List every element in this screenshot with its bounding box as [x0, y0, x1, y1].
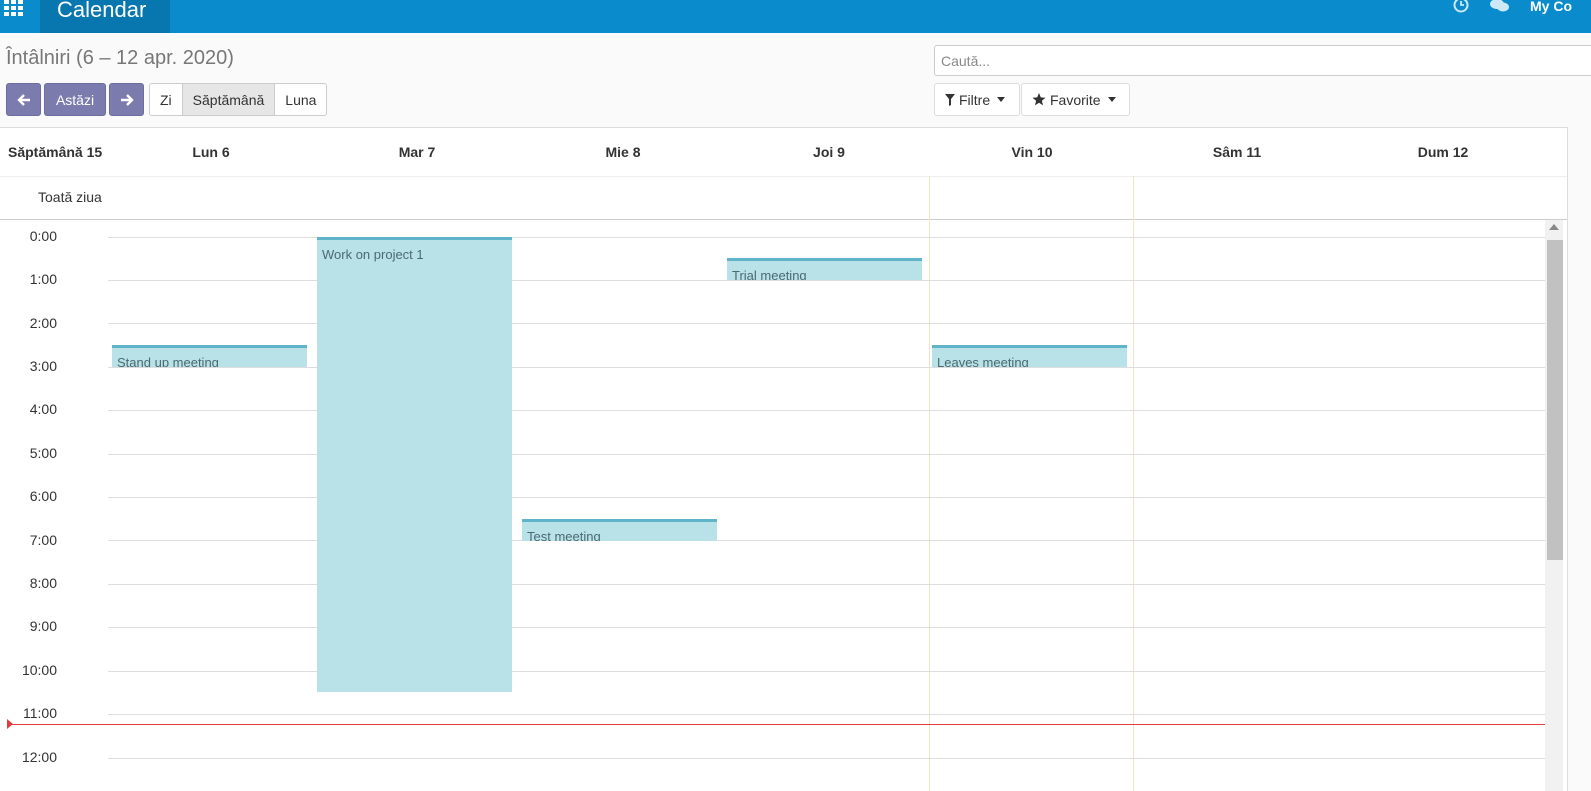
day-header[interactable]: Dum 12 [1340, 128, 1546, 176]
arrow-left-icon [16, 93, 30, 106]
current-time-line [8, 724, 1545, 725]
all-day-label: Toată ziua [38, 189, 102, 205]
hour-label: 0:00 [29, 228, 57, 244]
hour-line [108, 758, 1545, 759]
favorites-dropdown[interactable]: Favorite [1021, 83, 1130, 116]
chat-icon [1490, 0, 1509, 12]
apps-menu-button[interactable] [0, 0, 30, 33]
calendar-event[interactable]: Trial meeting [727, 258, 922, 280]
hour-label: 7:00 [29, 532, 57, 548]
apps-grid-icon [4, 0, 23, 16]
company-switcher[interactable]: My Co [1530, 0, 1572, 14]
hour-label: 10:00 [21, 662, 57, 678]
page-title: Întâlniri (6 – 12 apr. 2020) [6, 47, 234, 69]
today-button[interactable]: Astăzi [44, 83, 106, 116]
previous-button[interactable] [6, 83, 41, 116]
caret-down-icon [997, 97, 1006, 102]
day-header[interactable]: Lun 6 [108, 128, 314, 176]
hour-label: 3:00 [29, 358, 57, 374]
scale-selector: Zi Săptămână Luna [149, 83, 328, 116]
star-icon [1032, 93, 1046, 106]
top-navbar: Calendar My Co [0, 0, 1591, 33]
scale-day-button[interactable]: Zi [150, 84, 183, 115]
hour-label: 4:00 [29, 401, 57, 417]
hour-label: 5:00 [29, 445, 57, 461]
arrow-right-icon [120, 93, 134, 106]
hour-label: 12:00 [21, 749, 57, 765]
search-box [934, 45, 1591, 76]
vertical-scrollbar[interactable] [1545, 220, 1563, 791]
event-title: Leaves meeting [937, 355, 1029, 367]
filters-label: Filtre [959, 91, 991, 108]
filter-icon [945, 93, 955, 106]
hour-label: 2:00 [29, 315, 57, 331]
calendar-event[interactable]: Leaves meeting [932, 345, 1127, 367]
event-title: Test meeting [527, 529, 601, 541]
hour-label: 9:00 [29, 618, 57, 634]
event-title: Work on project 1 [322, 247, 424, 262]
all-day-row[interactable]: Toată ziua [0, 176, 1567, 220]
event-title: Stand up meeting [117, 355, 219, 367]
calendar-event[interactable]: Work on project 1 [317, 237, 512, 692]
hour-label: 8:00 [29, 575, 57, 591]
time-grid[interactable]: 0:00 1:00 2:00 3:00 4:00 5:00 6:00 7:00 … [0, 220, 1567, 791]
scrollbar-thumb[interactable] [1547, 240, 1563, 560]
messages-button[interactable] [1490, 0, 1510, 20]
hour-label: 1:00 [29, 271, 57, 287]
app-title[interactable]: Calendar [40, 0, 170, 33]
day-header[interactable]: Mie 8 [520, 128, 726, 176]
hour-label: 6:00 [29, 488, 57, 504]
hour-line [108, 714, 1545, 715]
day-header[interactable]: Vin 10 [932, 128, 1132, 176]
event-title: Trial meeting [732, 268, 807, 280]
week-calendar: Săptămână 15 Lun 6 Mar 7 Mie 8 Joi 9 Vin… [0, 127, 1568, 791]
caret-down-icon [1107, 97, 1116, 102]
activities-button[interactable] [1452, 0, 1470, 20]
scale-month-button[interactable]: Luna [275, 84, 326, 115]
scale-week-button[interactable]: Săptămână [182, 84, 276, 115]
search-input[interactable] [935, 46, 1591, 75]
calendar-event[interactable]: Test meeting [522, 519, 717, 541]
day-header[interactable]: Mar 7 [314, 128, 520, 176]
clock-icon [1453, 0, 1469, 13]
favorites-label: Favorite [1050, 91, 1101, 108]
next-button[interactable] [109, 83, 144, 116]
scroll-up-arrow-icon[interactable] [1549, 224, 1559, 230]
day-header[interactable]: Joi 9 [726, 128, 932, 176]
filters-dropdown[interactable]: Filtre [934, 83, 1020, 116]
day-header[interactable]: Sâm 11 [1134, 128, 1340, 176]
calendar-event[interactable]: Stand up meeting [112, 345, 307, 367]
current-time-marker-icon [7, 719, 13, 729]
week-number: Săptămână 15 [8, 144, 103, 160]
